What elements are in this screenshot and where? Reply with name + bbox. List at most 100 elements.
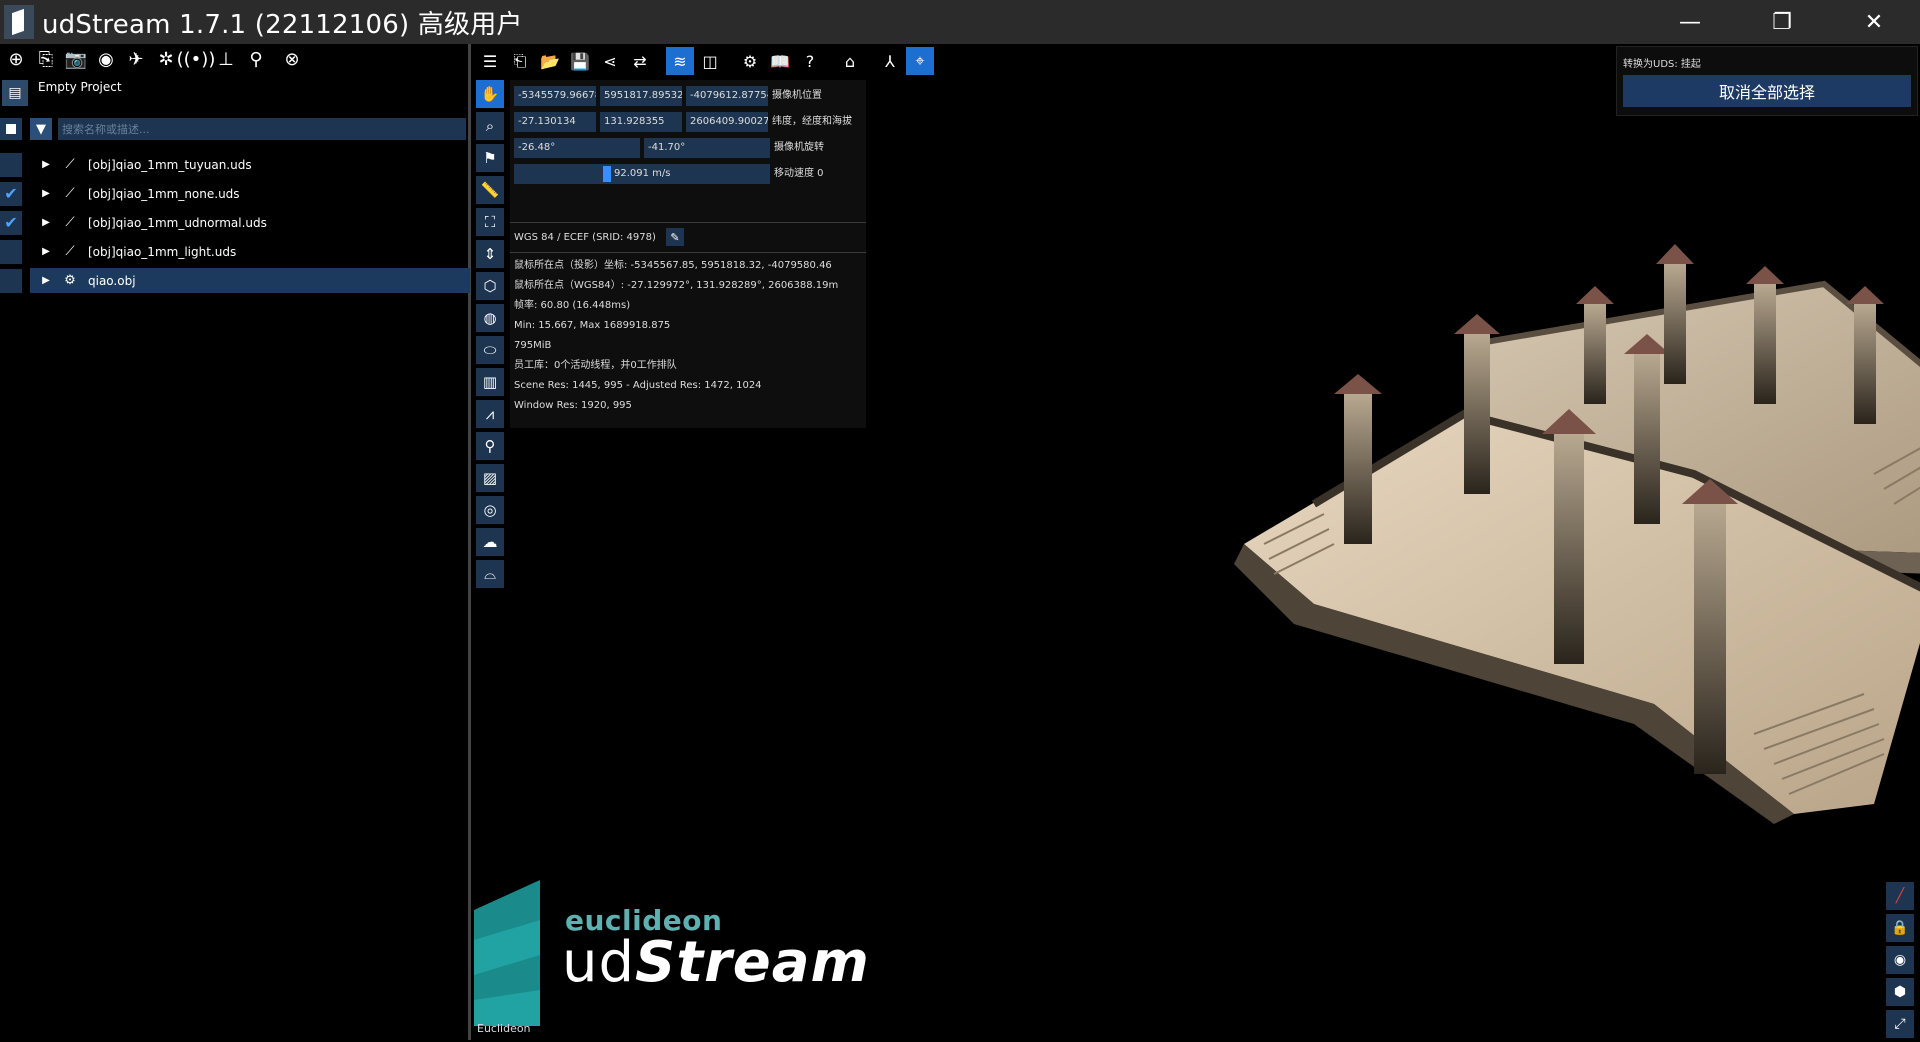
euclideon-logo-icon — [474, 880, 540, 1026]
depth-range: Min: 15.667, Max 1689918.875 — [514, 320, 671, 331]
camera-icon[interactable]: 📷 — [62, 45, 90, 73]
user-pin-icon[interactable]: ⚲ — [242, 45, 270, 73]
fullscreen-icon[interactable]: ⤢ — [1886, 1010, 1914, 1038]
visibility-checkbox[interactable]: ✔ — [0, 181, 22, 206]
open-folder-icon[interactable]: 📂 — [536, 47, 564, 75]
3d-viewport[interactable]: ☰ ⎗ 📂 💾 ⋖ ⇄ ≋ ◫ ⚙ 📖 ? ⌂ ⅄ ⌖ ✋ ⌕ ⚑ 📏 ⛶ ⇕ … — [474, 44, 1920, 1040]
latitude-field[interactable]: -27.130134 — [514, 112, 596, 132]
stamp-icon[interactable]: ⊥ — [212, 45, 240, 73]
cube-view-icon[interactable]: ⬢ — [1886, 978, 1914, 1006]
camera-x-field[interactable]: -5345579.96678 — [514, 86, 596, 106]
analysis-icon[interactable]: ◎ — [476, 496, 504, 524]
mouse-projected-coords: 鼠标所在点（投影）坐标: -5345567.85, 5951818.32, -4… — [514, 260, 832, 271]
expand-arrow-icon[interactable]: ▶ — [36, 275, 56, 286]
help-icon[interactable]: ? — [796, 47, 824, 75]
srid-row: WGS 84 / ECEF (SRID: 4978) ✎ — [514, 228, 684, 246]
screenshot-icon[interactable]: ◉ — [92, 45, 120, 73]
new-project-icon[interactable]: ⎗ — [506, 47, 534, 75]
capsule-filter-icon[interactable]: ⬭ — [476, 336, 504, 364]
brand-caption: Euclideon — [477, 1022, 531, 1035]
expand-arrow-icon[interactable]: ▶ — [36, 246, 56, 257]
mouse-wgs84-coords: 鼠标所在点（WGS84）: -27.129972°, 131.928289°, … — [514, 280, 839, 291]
altitude-field[interactable]: 2606409.900274 — [686, 112, 768, 132]
tree-item-label: [obj]qiao_1mm_tuyuan.uds — [88, 157, 252, 172]
srid-text: WGS 84 / ECEF (SRID: 4978) — [514, 231, 656, 243]
save-icon[interactable]: 💾 — [566, 47, 594, 75]
book-icon[interactable]: 📖 — [766, 47, 794, 75]
rotation-label: 摄像机旋转 — [774, 142, 824, 153]
split-view-icon[interactable]: ◫ — [696, 47, 724, 75]
list-item[interactable]: ▶ ⟋ [obj]qiao_1mm_light.uds — [30, 239, 470, 264]
settings-icon[interactable]: ⚙ — [736, 47, 764, 75]
expand-arrow-icon[interactable]: ▶ — [36, 159, 56, 170]
list-item[interactable]: ▶ ⟋ [obj]qiao_1mm_udnormal.uds — [30, 210, 470, 235]
visibility-checkbox[interactable] — [0, 268, 22, 293]
camera-y-field[interactable]: 5951817.895325 — [600, 86, 682, 106]
rotation-y-field[interactable]: -41.70° — [644, 138, 770, 158]
sphere-filter-icon[interactable]: ◍ — [476, 304, 504, 332]
location-pin-icon[interactable]: ⌖ — [906, 47, 934, 75]
ruler-icon[interactable]: 📏 — [476, 176, 504, 204]
broadcast-icon[interactable]: ((•)) — [177, 45, 216, 73]
filter-icon[interactable]: ▼ — [30, 118, 52, 140]
window-controls: — ❐ ✕ — [1644, 0, 1920, 44]
add-icon[interactable]: ⊕ — [2, 45, 30, 73]
rotation-x-field[interactable]: -26.48° — [514, 138, 640, 158]
share-icon[interactable]: ⋖ — [596, 47, 624, 75]
longitude-field[interactable]: 131.928355 — [600, 112, 682, 132]
cancel-all-button[interactable]: 取消全部选择 — [1623, 75, 1911, 107]
search-input[interactable] — [58, 118, 466, 140]
speed-slider-handle[interactable] — [603, 166, 611, 182]
layers-icon[interactable]: ≋ — [666, 47, 694, 75]
box-filter-icon[interactable]: ⬡ — [476, 272, 504, 300]
close-circle-icon[interactable]: ⊗ — [278, 45, 306, 73]
expand-arrow-icon[interactable]: ▶ — [36, 217, 56, 228]
convert-panel: 转换为UDS: 挂起 取消全部选择 — [1616, 46, 1918, 116]
restore-icon[interactable]: ❐ — [1736, 0, 1828, 44]
import-icon[interactable]: ⎘ — [32, 45, 60, 73]
viewshed-icon[interactable]: ⚲ — [476, 432, 504, 460]
camera-position-label: 摄像机位置 — [772, 90, 822, 101]
uds-icon: ⟋ — [65, 157, 75, 172]
visibility-checkbox[interactable]: ✔ — [0, 210, 22, 235]
image-icon[interactable]: ▨ — [476, 464, 504, 492]
dome-icon[interactable]: ⌓ — [476, 560, 504, 588]
project-name: Empty Project — [38, 80, 122, 94]
list-item[interactable]: ▶ ⟋ [obj]qiao_1mm_none.uds — [30, 181, 470, 206]
height-measure-icon[interactable]: ⇕ — [476, 240, 504, 268]
zoom-icon[interactable]: ⌕ — [476, 112, 504, 140]
axis-icon[interactable]: ⅄ — [876, 47, 904, 75]
convert-icon[interactable]: ⇄ — [626, 47, 654, 75]
window-resolution: Window Res: 1920, 995 — [514, 400, 632, 411]
divider — [510, 222, 866, 223]
list-item[interactable]: ▶ ⚙ qiao.obj — [30, 268, 470, 293]
hand-pan-icon[interactable]: ✋ — [476, 80, 504, 108]
minimize-icon[interactable]: — — [1644, 0, 1736, 44]
expand-arrow-icon[interactable]: ▶ — [36, 188, 56, 199]
flood-icon[interactable]: ☁ — [476, 528, 504, 556]
menu-icon[interactable]: ☰ — [476, 47, 504, 75]
home-icon[interactable]: ⌂ — [836, 47, 864, 75]
cross-section-icon[interactable]: ▥ — [476, 368, 504, 396]
area-measure-icon[interactable]: ⛶ — [476, 208, 504, 236]
camera-z-field[interactable]: -4079612.87754 — [686, 86, 768, 106]
profile-icon[interactable]: ⩘ — [476, 400, 504, 428]
close-icon[interactable]: ✕ — [1828, 0, 1920, 44]
list-item[interactable]: ▶ ⟋ [obj]qiao_1mm_tuyuan.uds — [30, 152, 470, 177]
pin-icon[interactable]: ⚑ — [476, 144, 504, 172]
latlon-label: 纬度，经度和海拔 — [772, 116, 852, 127]
compass-icon[interactable]: ╱ — [1886, 882, 1914, 910]
drone-icon[interactable]: ✈ — [122, 45, 150, 73]
visibility-checkbox[interactable] — [0, 152, 22, 177]
frame-rate: 帧率: 60.80 (16.448ms) — [514, 300, 631, 311]
lock-icon[interactable]: 🔒 — [1886, 914, 1914, 942]
speed-slider[interactable]: 92.091 m/s — [514, 164, 770, 184]
worker-threads: 员工库：0个活动线程，并0工作排队 — [514, 360, 677, 371]
select-all-checkbox[interactable] — [0, 118, 22, 140]
title-bar: udStream 1.7.1 (22112106) 高级用户 — ❐ ✕ — [0, 0, 1920, 44]
edit-icon[interactable]: ✎ — [665, 228, 684, 246]
visibility-checkbox[interactable] — [0, 239, 22, 264]
project-icon[interactable]: ▤ — [2, 80, 28, 106]
stats-list: 鼠标所在点（投影）坐标: -5345567.85, 5951818.32, -4… — [514, 256, 838, 416]
eye-icon[interactable]: ◉ — [1886, 946, 1914, 974]
